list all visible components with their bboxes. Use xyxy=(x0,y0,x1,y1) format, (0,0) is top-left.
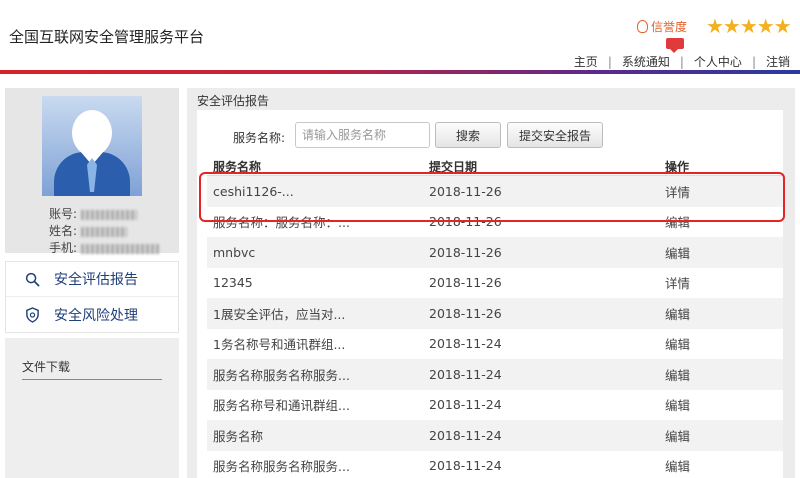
table-row: 服务名称服务名称服务... 2018-11-24 编辑 xyxy=(207,359,783,390)
name-value-redacted xyxy=(81,227,128,237)
column-header-date: 提交日期 xyxy=(429,160,478,174)
downloads-section: 文件下载 xyxy=(5,338,179,478)
header: 全国互联网安全管理服务平台 信誉度 ★★★★★ 主页 | 系统通知 | 个人中心… xyxy=(0,0,800,76)
row-date: 2018-11-26 xyxy=(429,244,502,260)
row-action-link[interactable]: 编辑 xyxy=(649,243,769,262)
side-menu: 安全评估报告 安全风险处理 xyxy=(5,261,179,333)
menu-item-label: 安全评估报告 xyxy=(54,272,138,288)
profile-card: 账号: 姓名: 手机: xyxy=(5,88,179,255)
menu-item-label: 安全风险处理 xyxy=(54,307,138,324)
rating-stars: ★★★★★ xyxy=(706,14,792,38)
table-row: ceshi1126-... 2018-11-26 详情 xyxy=(207,176,783,207)
row-action-link[interactable]: 详情 xyxy=(649,273,769,292)
top-nav: 主页 | 系统通知 | 个人中心 | 注销 xyxy=(574,53,790,70)
nav-personal-center[interactable]: 个人中心 xyxy=(694,53,742,70)
menu-item-security-report[interactable]: 安全评估报告 xyxy=(6,262,178,297)
row-date: 2018-11-26 xyxy=(429,183,502,199)
shield-icon xyxy=(24,306,40,323)
table-body: ceshi1126-... 2018-11-26 详情 服务名称：服务名称：... 20… xyxy=(207,176,783,478)
site-title: 全国互联网安全管理服务平台 xyxy=(9,28,205,46)
row-date: 2018-11-24 xyxy=(429,458,502,474)
credit-rating: 信誉度 xyxy=(637,18,687,35)
row-name: 1展安全评估，应当对... xyxy=(213,306,346,322)
submit-report-button[interactable]: 提交安全报告 xyxy=(507,122,603,148)
search-input[interactable] xyxy=(295,122,430,148)
header-divider xyxy=(0,70,800,74)
row-name: mnbvc xyxy=(213,244,256,260)
message-badge-icon xyxy=(666,38,684,53)
name-label: 姓名: xyxy=(49,224,78,238)
account-value-redacted xyxy=(81,210,138,220)
nav-logout[interactable]: 注销 xyxy=(766,53,790,70)
panel-content: 服务名称: 搜索 提交安全报告 服务名称 提交日期 操作 ceshi1126-.… xyxy=(197,110,783,478)
row-action-link[interactable]: 编辑 xyxy=(649,212,769,231)
panel-title: 安全评估报告 xyxy=(197,94,270,108)
nav-separator: | xyxy=(679,54,684,69)
table-row: 服务名称服务名称服务... 2018-11-24 编辑 xyxy=(207,451,783,478)
table-row: 服务名称：服务名称：... 2018-11-26 编辑 xyxy=(207,207,783,238)
row-date: 2018-11-26 xyxy=(429,275,502,291)
row-name: 服务名称服务名称服务... xyxy=(213,367,350,383)
table-row: 服务名称号和通讯群组... 2018-11-24 编辑 xyxy=(207,390,783,421)
nav-home[interactable]: 主页 xyxy=(574,53,598,70)
row-date: 2018-11-24 xyxy=(429,427,502,443)
main-panel: 安全评估报告 服务名称: 搜索 提交安全报告 服务名称 提交日期 操作 cesh… xyxy=(187,88,795,478)
row-name: 服务名称：服务名称：... xyxy=(213,215,350,231)
row-action-link[interactable]: 编辑 xyxy=(649,365,769,384)
row-name: 1务名称号和通讯群组... xyxy=(213,337,346,353)
column-header-actions: 操作 xyxy=(665,160,690,174)
search-icon xyxy=(24,271,40,287)
report-table: 服务名称 提交日期 操作 ceshi1126-... 2018-11-26 详情 服务… xyxy=(207,154,783,478)
row-date: 2018-11-24 xyxy=(429,397,502,413)
row-name: 服务名称服务名称服务... xyxy=(213,459,350,475)
row-action-link[interactable]: 编辑 xyxy=(649,456,769,475)
row-action-link[interactable]: 编辑 xyxy=(649,395,769,414)
row-date: 2018-11-24 xyxy=(429,366,502,382)
row-date: 2018-11-26 xyxy=(429,305,502,321)
row-name: 服务名称号和通讯群组... xyxy=(213,398,350,414)
column-header-name: 服务名称 xyxy=(213,160,262,174)
row-action-link[interactable]: 详情 xyxy=(649,182,769,201)
row-action-link[interactable]: 编辑 xyxy=(649,304,769,323)
row-date: 2018-11-24 xyxy=(429,336,502,352)
row-date: 2018-11-26 xyxy=(429,214,502,230)
row-action-link[interactable]: 编辑 xyxy=(649,334,769,353)
nav-notifications[interactable]: 系统通知 xyxy=(622,53,670,70)
row-name: ceshi1126-... xyxy=(213,183,294,199)
table-row: mnbvc 2018-11-26 编辑 xyxy=(207,237,783,268)
nav-separator: | xyxy=(751,54,756,69)
medal-icon xyxy=(637,20,648,33)
table-row: 12345 2018-11-26 详情 xyxy=(207,268,783,299)
search-label: 服务名称: xyxy=(233,131,286,145)
account-label: 账号: xyxy=(49,207,78,221)
profile-info: 账号: 姓名: 手机: xyxy=(49,206,160,257)
table-row: 服务名称 2018-11-24 编辑 xyxy=(207,420,783,451)
row-action-link[interactable]: 编辑 xyxy=(649,426,769,445)
nav-separator: | xyxy=(607,54,612,69)
table-row: 1务名称号和通讯群组... 2018-11-24 编辑 xyxy=(207,329,783,360)
downloads-link[interactable]: 文件下载 xyxy=(22,358,162,380)
row-name: 12345 xyxy=(213,275,253,291)
row-name: 服务名称 xyxy=(213,428,264,444)
table-row: 1展安全评估，应当对... 2018-11-26 编辑 xyxy=(207,298,783,329)
credit-label: 信誉度 xyxy=(651,20,688,34)
phone-label: 手机: xyxy=(49,241,78,255)
table-header: 服务名称 提交日期 操作 xyxy=(207,154,783,176)
menu-item-risk-handling[interactable]: 安全风险处理 xyxy=(6,297,178,332)
avatar xyxy=(42,96,142,196)
left-sidebar: 账号: 姓名: 手机: 安全评估报告 安全风险处理 文件下载 xyxy=(0,76,186,478)
search-button[interactable]: 搜索 xyxy=(435,122,501,148)
phone-value-redacted xyxy=(81,244,160,254)
